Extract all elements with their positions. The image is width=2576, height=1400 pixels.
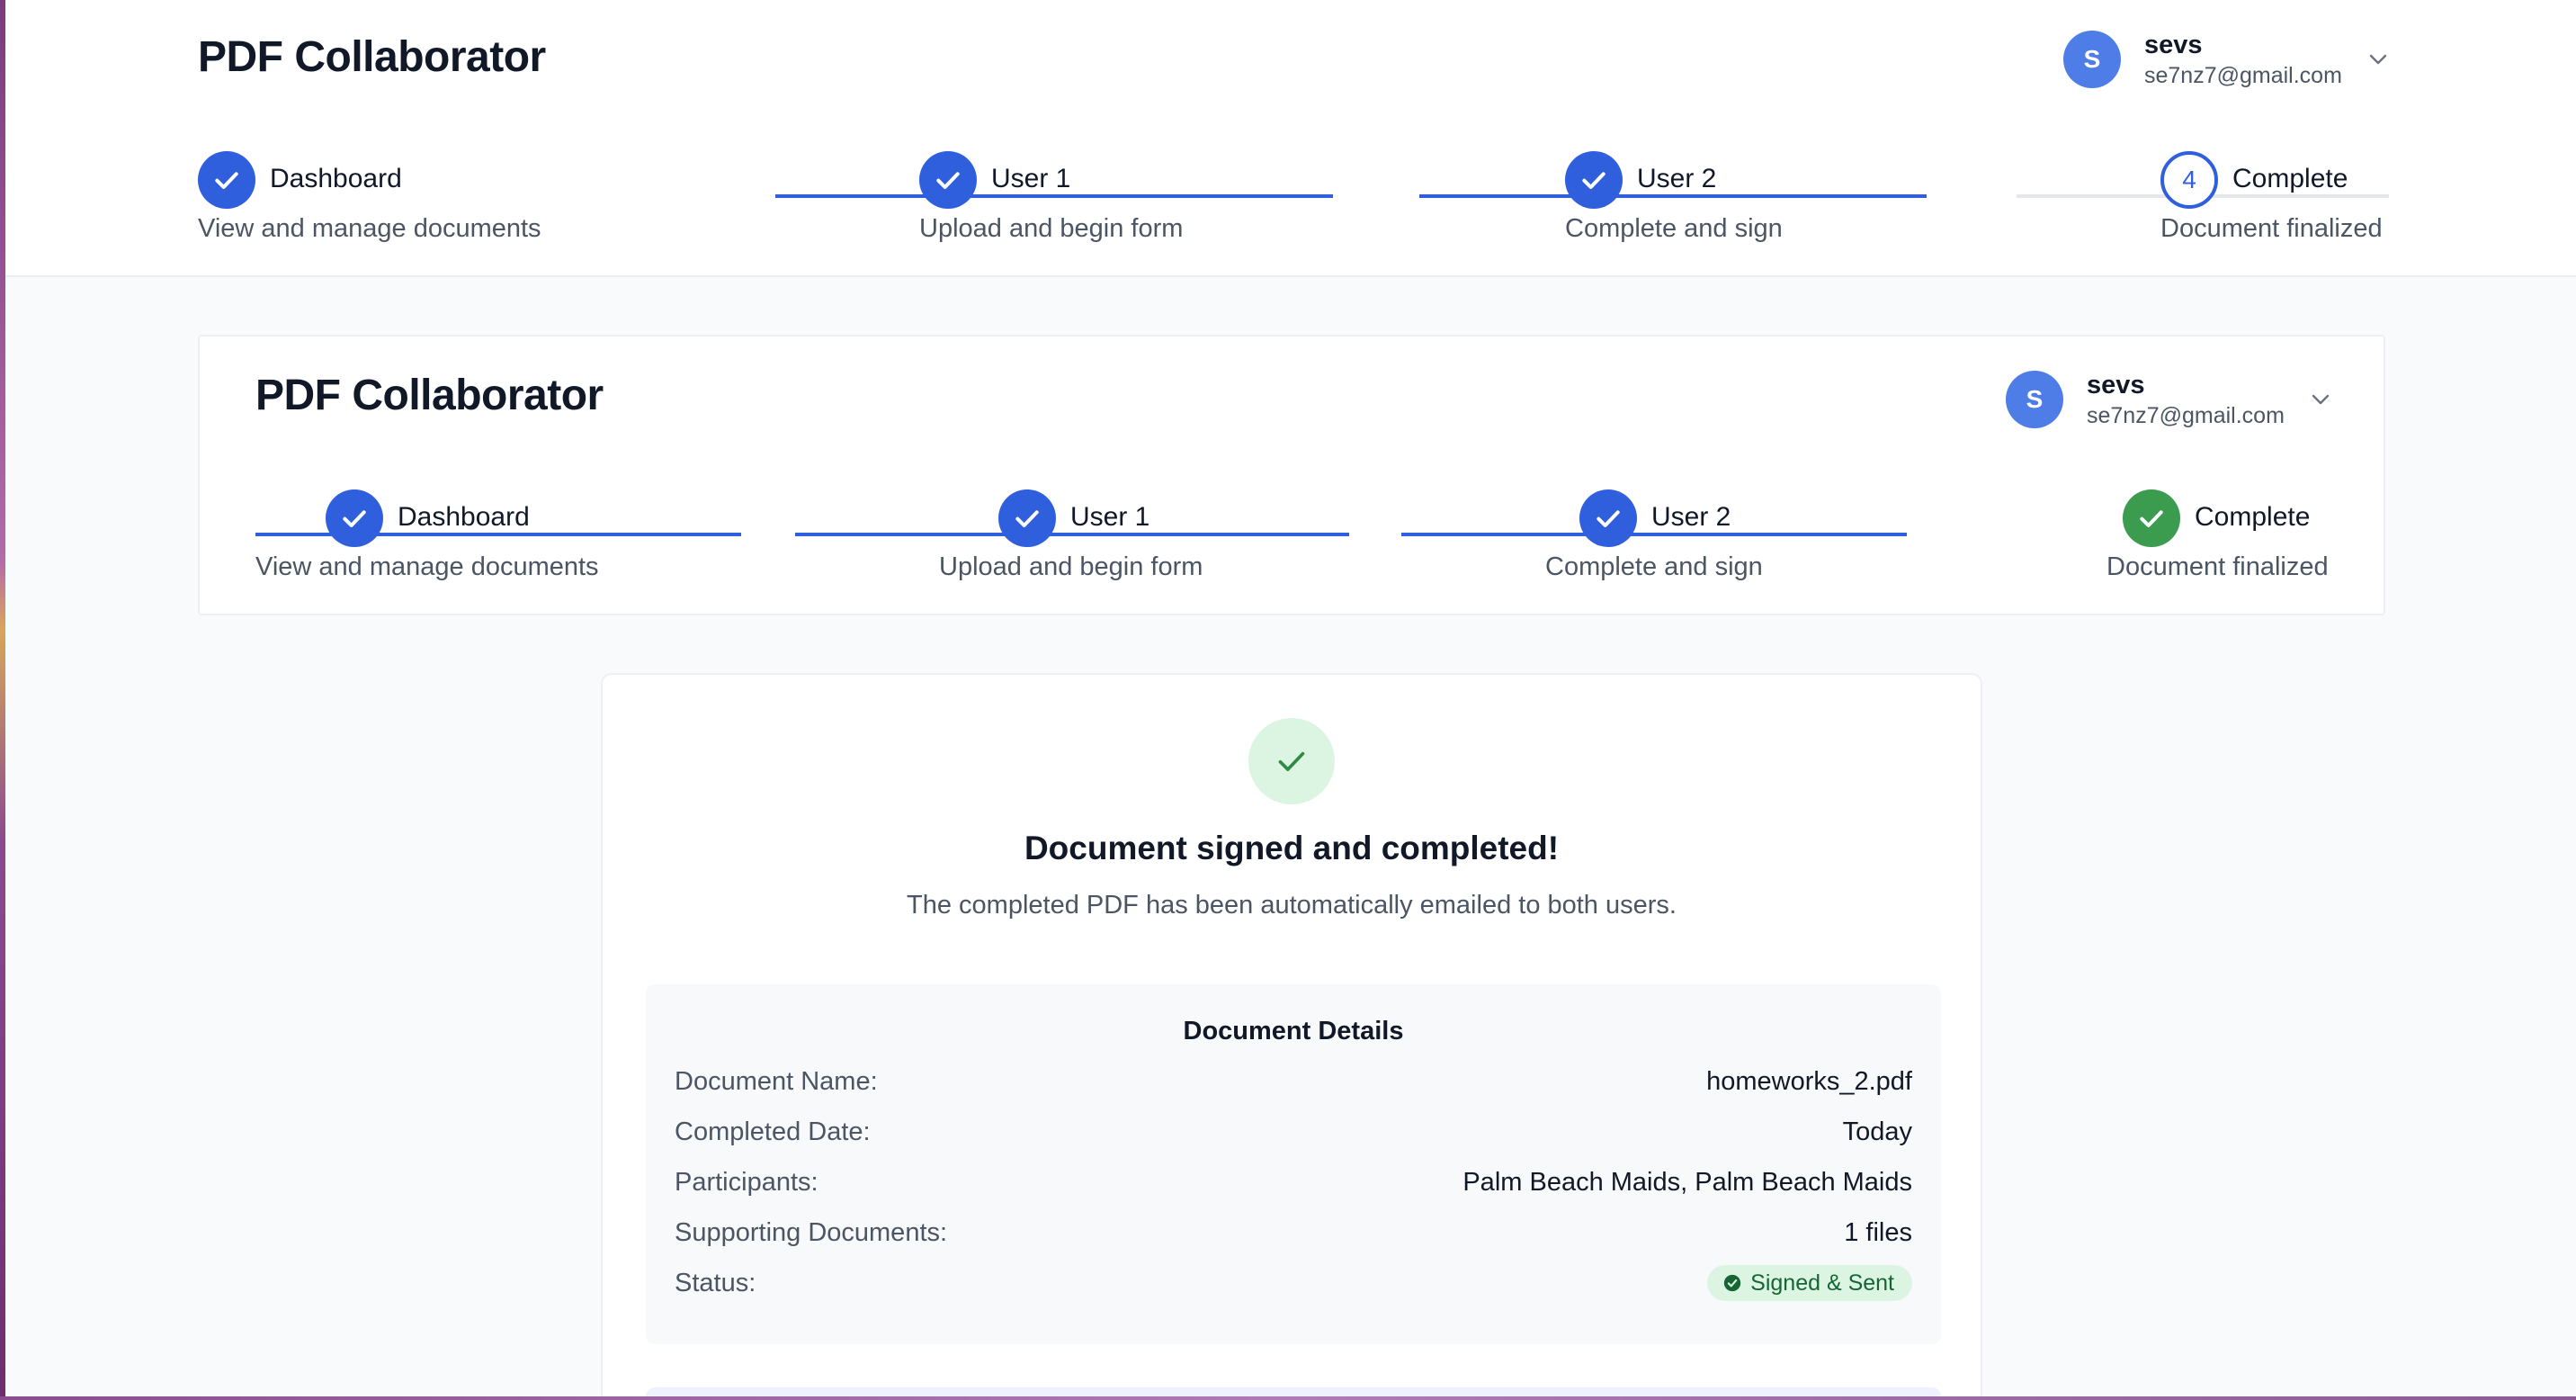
detail-label: Supporting Documents: bbox=[675, 1217, 948, 1247]
detail-label: Completed Date: bbox=[675, 1117, 871, 1146]
step-user2-label[interactable]: User 2 bbox=[1651, 502, 1739, 533]
step-dashboard-description: View and manage documents bbox=[255, 552, 599, 581]
step-user1-description: Upload and begin form bbox=[939, 552, 1203, 581]
step-dashboard-description: View and manage documents bbox=[198, 214, 541, 243]
document-details-panel: Document Details Document Name: homework… bbox=[646, 984, 1941, 1344]
check-icon bbox=[2140, 510, 2163, 527]
step-user2-check[interactable] bbox=[1579, 489, 1637, 547]
detail-label: Participants: bbox=[675, 1167, 818, 1197]
step-dashboard-check[interactable] bbox=[198, 151, 255, 209]
detail-value: Palm Beach Maids, Palm Beach Maids bbox=[1462, 1167, 1912, 1197]
detail-row-document-name: Document Name: homeworks_2.pdf bbox=[675, 1063, 1912, 1099]
step-connector bbox=[1401, 533, 1907, 536]
step-user1-label[interactable]: User 1 bbox=[1070, 502, 1158, 533]
user-info: sevs se7nz7@gmail.com bbox=[2087, 369, 2285, 430]
detail-label: Status: bbox=[675, 1268, 756, 1297]
user-email: se7nz7@gmail.com bbox=[2087, 403, 2285, 428]
step-complete-description: Document finalized bbox=[2160, 214, 2383, 243]
chevron-down-icon[interactable] bbox=[2367, 49, 2389, 70]
user-email: se7nz7@gmail.com bbox=[2144, 63, 2342, 88]
detail-row-status: Status: Signed & Sent bbox=[675, 1265, 1912, 1301]
step-user1-check[interactable] bbox=[998, 489, 1056, 547]
step-connector bbox=[1419, 194, 1927, 198]
status-text: Signed & Sent bbox=[1750, 1270, 1894, 1296]
step-user1-check[interactable] bbox=[919, 151, 977, 209]
step-user2-description: Complete and sign bbox=[1565, 214, 1783, 243]
detail-row-completed-date: Completed Date: Today bbox=[675, 1114, 1912, 1150]
detail-row-participants: Participants: Palm Beach Maids, Palm Bea… bbox=[675, 1164, 1912, 1200]
user-info: sevs se7nz7@gmail.com bbox=[2144, 29, 2342, 90]
step-user2-label[interactable]: User 2 bbox=[1637, 164, 1724, 194]
check-icon bbox=[1582, 172, 1606, 189]
step-complete-check[interactable] bbox=[2123, 489, 2180, 547]
step-dashboard-label[interactable]: Dashboard bbox=[398, 502, 537, 533]
step-connector bbox=[775, 194, 1333, 198]
check-icon bbox=[936, 172, 960, 189]
check-circle-icon bbox=[1723, 1274, 1741, 1292]
desktop-background-edge bbox=[0, 1396, 2576, 1400]
detail-value: 1 files bbox=[1844, 1217, 1912, 1247]
chevron-down-icon[interactable] bbox=[2310, 389, 2331, 410]
step-complete-label[interactable]: Complete bbox=[2195, 502, 2310, 533]
detail-label: Document Name: bbox=[675, 1066, 878, 1096]
user-menu[interactable]: S sevs se7nz7@gmail.com bbox=[2063, 29, 2389, 90]
check-icon bbox=[1015, 510, 1039, 527]
detail-value: Today bbox=[1842, 1117, 1912, 1146]
status-badge: Signed & Sent bbox=[1707, 1265, 1912, 1301]
detail-value: homeworks_2.pdf bbox=[1706, 1066, 1912, 1096]
avatar: S bbox=[2006, 371, 2063, 428]
user-name: sevs bbox=[2144, 31, 2203, 59]
completion-card: Document signed and completed! The compl… bbox=[601, 673, 1982, 1400]
avatar: S bbox=[2063, 31, 2121, 88]
step-connector bbox=[795, 533, 1349, 536]
app-header: PDF Collaborator S sevs se7nz7@gmail.com… bbox=[5, 0, 2576, 277]
embedded-app-title: PDF Collaborator bbox=[255, 372, 604, 419]
completion-heading: Document signed and completed! bbox=[1024, 830, 1560, 866]
check-icon bbox=[1597, 510, 1620, 527]
step-user1-description: Upload and begin form bbox=[919, 214, 1184, 243]
document-details-title: Document Details bbox=[1183, 1017, 1404, 1046]
completion-message: The completed PDF has been automatically… bbox=[907, 891, 1677, 920]
step-connector bbox=[255, 533, 741, 536]
app-title: PDF Collaborator bbox=[198, 33, 546, 81]
detail-row-supporting-documents: Supporting Documents: 1 files bbox=[675, 1215, 1912, 1251]
step-complete-label[interactable]: Complete bbox=[2232, 164, 2356, 194]
step-user1-label[interactable]: User 1 bbox=[991, 164, 1078, 194]
step-user2-description: Complete and sign bbox=[1545, 552, 1763, 581]
embedded-header-card: PDF Collaborator S sevs se7nz7@gmail.com… bbox=[198, 335, 2385, 615]
step-dashboard-check[interactable] bbox=[326, 489, 383, 547]
embedded-user-menu[interactable]: S sevs se7nz7@gmail.com bbox=[2006, 369, 2331, 430]
step-dashboard-label[interactable]: Dashboard bbox=[270, 164, 402, 194]
step-complete-number[interactable]: 4 bbox=[2160, 151, 2218, 209]
step-user2-check[interactable] bbox=[1565, 151, 1623, 209]
user-name: sevs bbox=[2087, 371, 2145, 399]
step-complete-description: Document finalized bbox=[2106, 552, 2329, 581]
success-check-icon bbox=[1248, 718, 1335, 804]
check-icon bbox=[215, 172, 238, 189]
check-icon bbox=[343, 510, 366, 527]
